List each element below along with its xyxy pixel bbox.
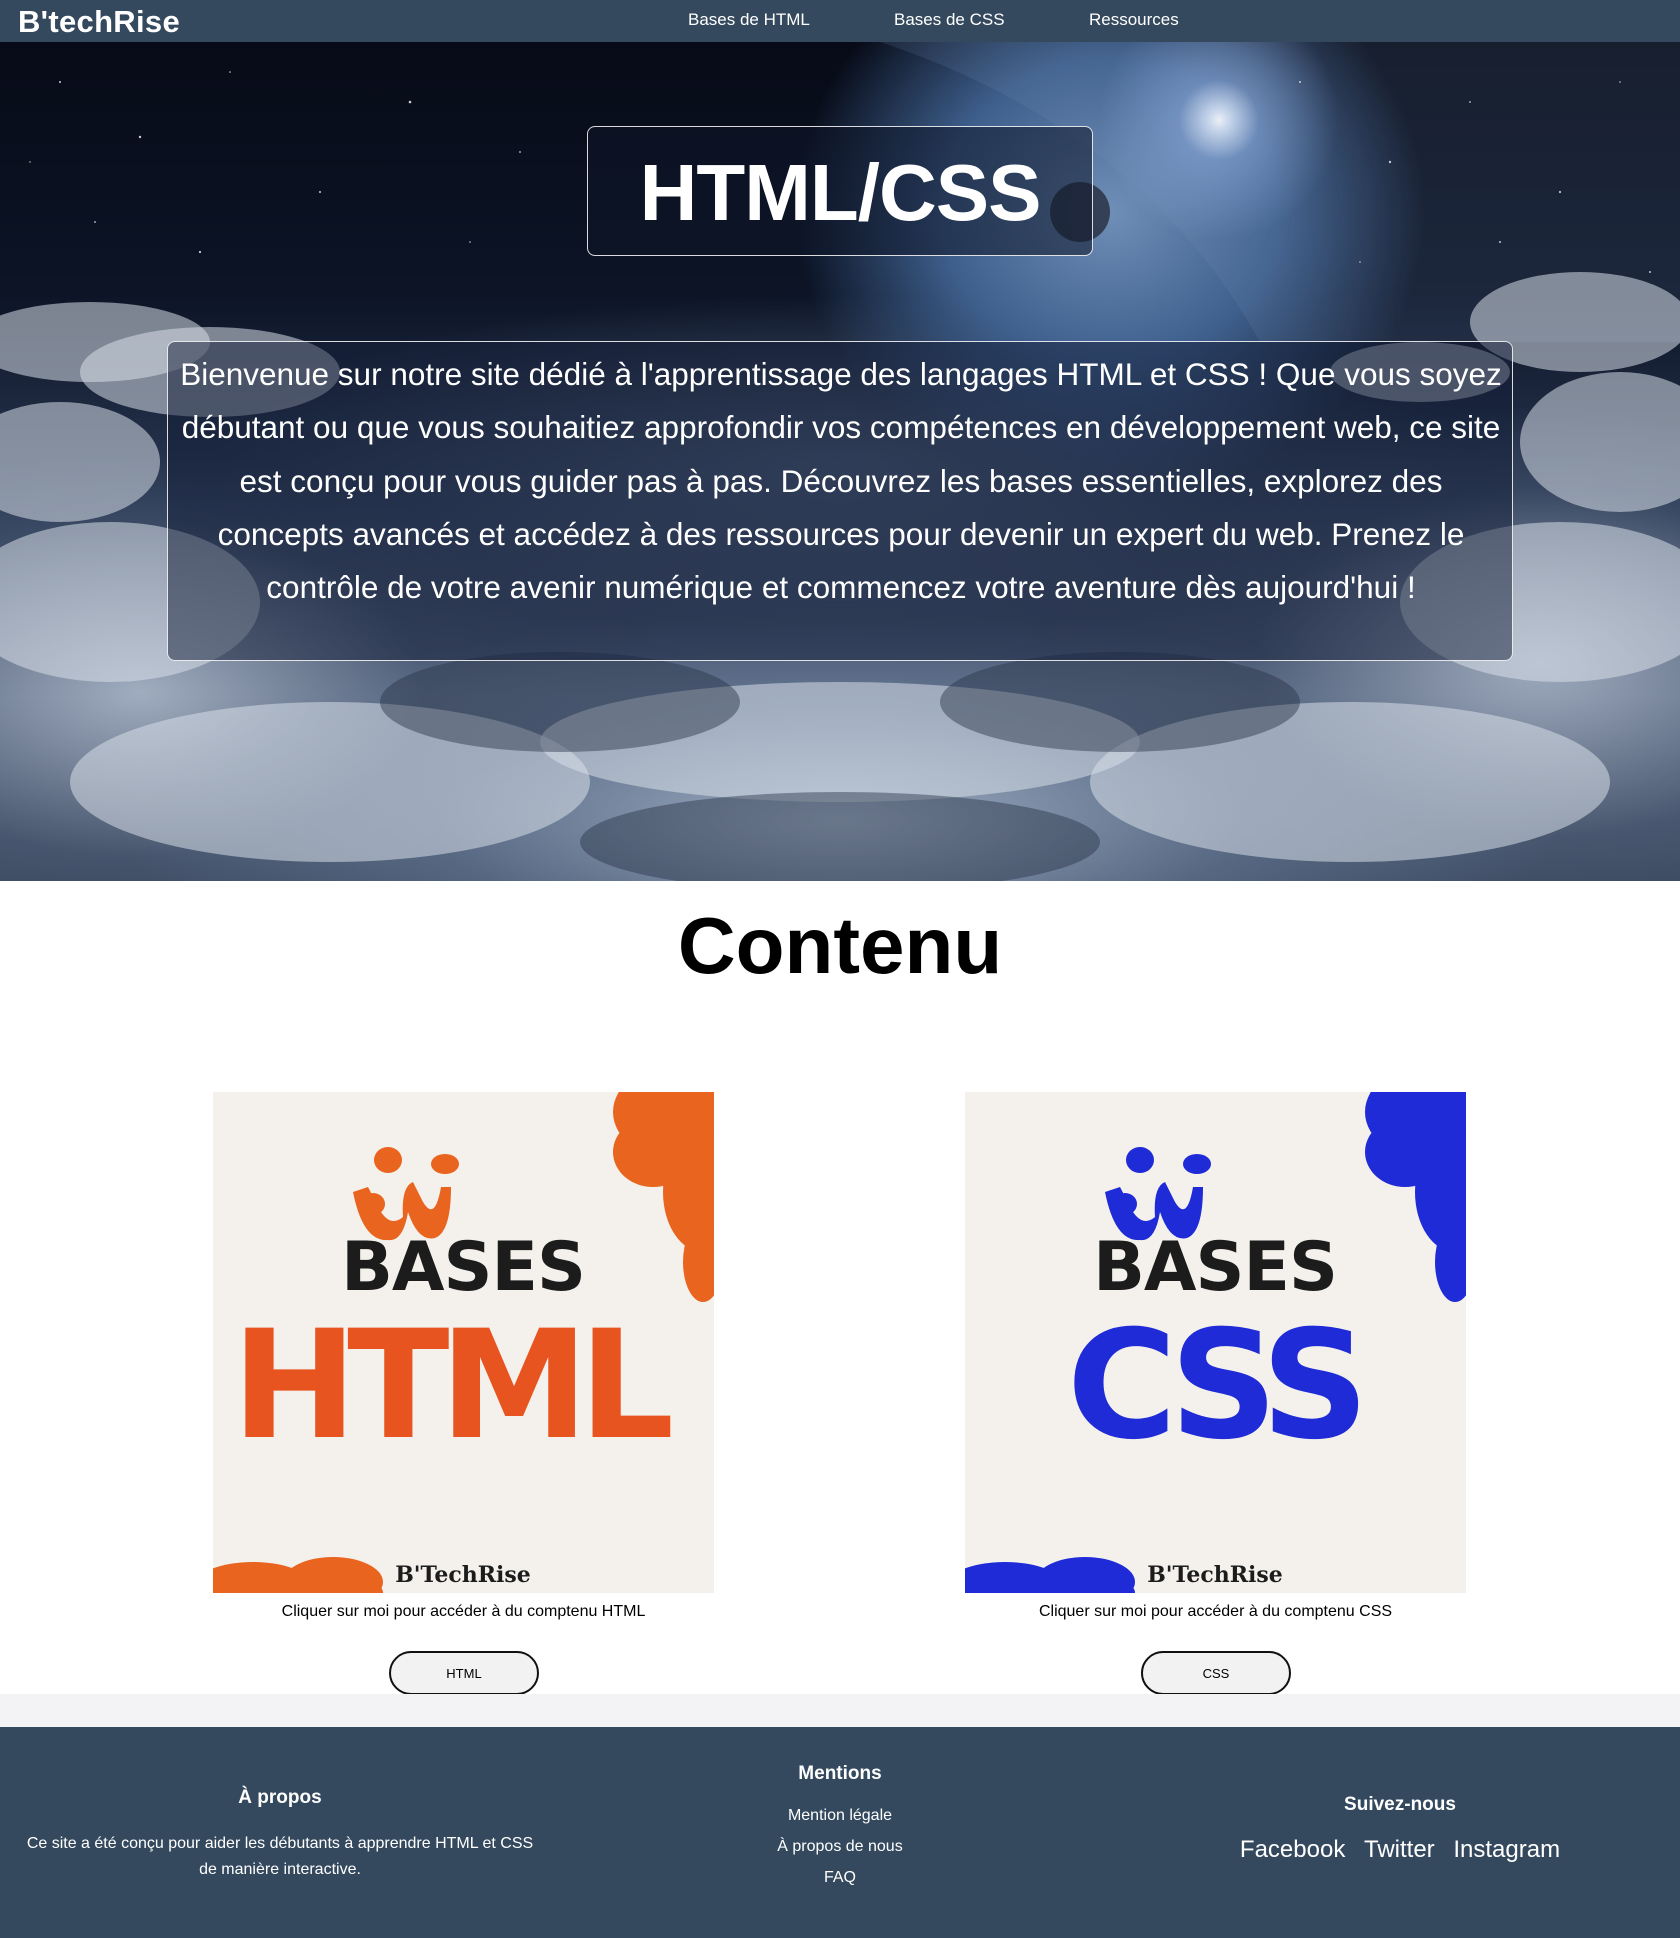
section-title-contenu: Contenu bbox=[677, 901, 1003, 990]
footer-link-a-propos[interactable]: À propos de nous bbox=[740, 1838, 940, 1856]
hero-intro-box: Bienvenue sur notre site dédié à l'appre… bbox=[167, 341, 1513, 661]
site-logo[interactable]: B'techRise bbox=[18, 4, 180, 40]
css-card-word1: BASES bbox=[1093, 1228, 1337, 1307]
top-navbar: B'techRise Bases de HTML Bases de CSS Re… bbox=[0, 0, 1680, 42]
html-card-brand: B'TechRise bbox=[395, 1562, 531, 1588]
css-card-word2: CSS bbox=[1067, 1299, 1359, 1473]
css-card-brand: B'TechRise bbox=[1147, 1562, 1283, 1588]
footer-social-section: Suivez-nous Facebook Twitter Instagram bbox=[1200, 1794, 1600, 1864]
footer-about-title: À propos bbox=[238, 1787, 322, 1808]
hero-title-box: HTML/CSS bbox=[587, 126, 1093, 256]
html-button[interactable]: HTML bbox=[389, 1651, 539, 1695]
footer-link-mention-legale[interactable]: Mention légale bbox=[740, 1807, 940, 1825]
footer-mentions-title: Mentions bbox=[798, 1763, 882, 1784]
html-card-word1: BASES bbox=[341, 1228, 585, 1307]
nav-link-bases-css[interactable]: Bases de CSS bbox=[894, 10, 1005, 30]
css-button[interactable]: CSS bbox=[1141, 1651, 1291, 1695]
footer-about-section: À propos Ce site a été conçu pour aider … bbox=[20, 1787, 540, 1883]
social-links: Facebook Twitter Instagram bbox=[1200, 1836, 1600, 1864]
footer-spacer bbox=[0, 1694, 1680, 1727]
hero-intro-text: Bienvenue sur notre site dédié à l'appre… bbox=[180, 356, 1502, 606]
html-card-word2: HTML bbox=[232, 1299, 671, 1473]
html-card-caption: Cliquer sur moi pour accéder à du compte… bbox=[281, 1603, 646, 1620]
footer: À propos Ce site a été conçu pour aider … bbox=[0, 1727, 1680, 1938]
social-link-facebook[interactable]: Facebook bbox=[1240, 1836, 1345, 1863]
footer-mentions-section: Mentions Mention légale À propos de nous… bbox=[740, 1763, 940, 1900]
footer-social-title: Suivez-nous bbox=[1344, 1794, 1456, 1815]
social-link-twitter[interactable]: Twitter bbox=[1364, 1836, 1435, 1863]
css-card-caption: Cliquer sur moi pour accéder à du compte… bbox=[1038, 1603, 1393, 1620]
html-card-image[interactable]: BASES HTML B'TechRise bbox=[213, 1092, 714, 1593]
footer-link-faq[interactable]: FAQ bbox=[740, 1869, 940, 1887]
footer-about-text: Ce site a été conçu pour aider les début… bbox=[26, 1835, 534, 1878]
social-link-instagram[interactable]: Instagram bbox=[1453, 1836, 1560, 1863]
css-card-image[interactable]: BASES CSS B'TechRise bbox=[965, 1092, 1466, 1593]
hero-title: HTML/CSS bbox=[639, 148, 1042, 237]
hero-banner: HTML/CSS Bienvenue sur notre site dédié … bbox=[0, 42, 1680, 881]
nav-link-bases-html[interactable]: Bases de HTML bbox=[688, 10, 810, 30]
nav-link-ressources[interactable]: Ressources bbox=[1089, 10, 1179, 30]
